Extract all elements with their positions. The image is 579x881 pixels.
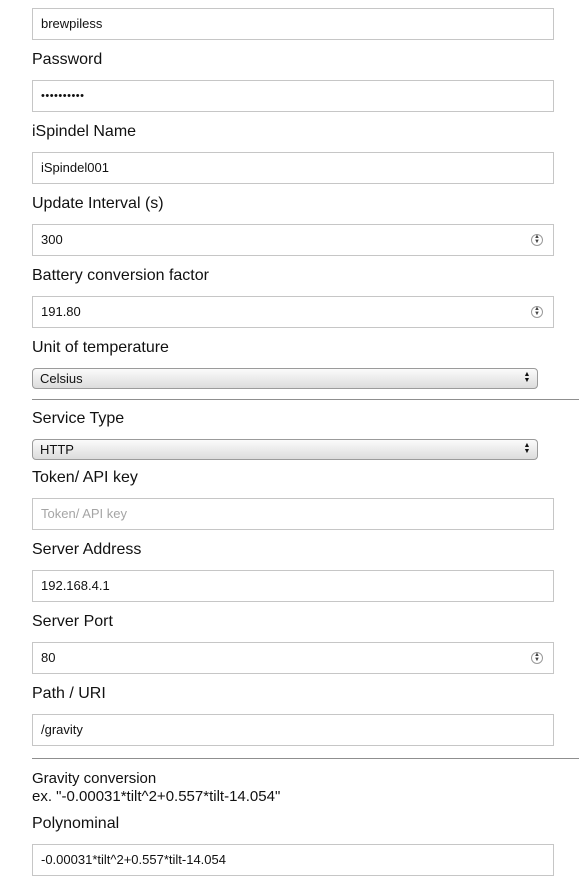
select-arrows-icon: ▲ ▼ — [523, 442, 531, 455]
update-interval-label: Update Interval (s) — [32, 195, 164, 212]
service-type-label: Service Type — [32, 410, 125, 427]
path-uri-input[interactable]: /gravity — [32, 714, 554, 746]
token-input[interactable]: Token/ API key — [32, 498, 554, 530]
password-input[interactable]: •••••••••• — [32, 80, 554, 112]
ispindel-name-input[interactable]: iSpindel001 — [32, 152, 554, 184]
ispindel-name-label: iSpindel Name — [32, 123, 137, 140]
number-stepper-icon[interactable]: ▲ ▼ — [531, 306, 543, 318]
server-port-label: Server Port — [32, 613, 113, 630]
battery-factor-label: Battery conversion factor — [32, 267, 209, 284]
password-label: Password — [32, 51, 103, 68]
section-divider — [32, 758, 579, 759]
number-stepper-icon[interactable]: ▲ ▼ — [531, 652, 543, 664]
battery-factor-input[interactable]: 191.80 ▲ ▼ — [32, 296, 554, 328]
polynominal-label: Polynominal — [32, 815, 120, 832]
select-arrows-icon: ▲ ▼ — [523, 371, 531, 384]
battery-factor-value: 191.80 — [41, 304, 81, 319]
unit-temperature-select[interactable]: Celsius ▲ ▼ — [32, 368, 538, 389]
ssid-input[interactable]: brewpiless — [32, 8, 554, 40]
server-address-label: Server Address — [32, 541, 142, 558]
server-port-value: 80 — [41, 650, 56, 665]
server-address-input[interactable]: 192.168.4.1 — [32, 570, 554, 602]
unit-temperature-label: Unit of temperature — [32, 339, 169, 356]
path-uri-label: Path / URI — [32, 685, 106, 702]
update-interval-input[interactable]: 300 ▲ ▼ — [32, 224, 554, 256]
gravity-conversion-example: ex. "-0.00031*tilt^2+0.557*tilt-14.054" — [32, 788, 281, 805]
service-type-select[interactable]: HTTP ▲ ▼ — [32, 439, 538, 460]
update-interval-value: 300 — [41, 232, 63, 247]
polynominal-input[interactable]: -0.00031*tilt^2+0.557*tilt-14.054 — [32, 844, 554, 876]
server-port-input[interactable]: 80 ▲ ▼ — [32, 642, 554, 674]
service-type-selected: HTTP — [40, 442, 74, 457]
number-stepper-icon[interactable]: ▲ ▼ — [531, 234, 543, 246]
gravity-conversion-title: Gravity conversion — [32, 770, 157, 787]
unit-temperature-selected: Celsius — [40, 371, 83, 386]
config-form: brewpiless Password •••••••••• iSpindel … — [0, 0, 579, 881]
token-label: Token/ API key — [32, 469, 138, 486]
section-divider — [32, 399, 579, 400]
